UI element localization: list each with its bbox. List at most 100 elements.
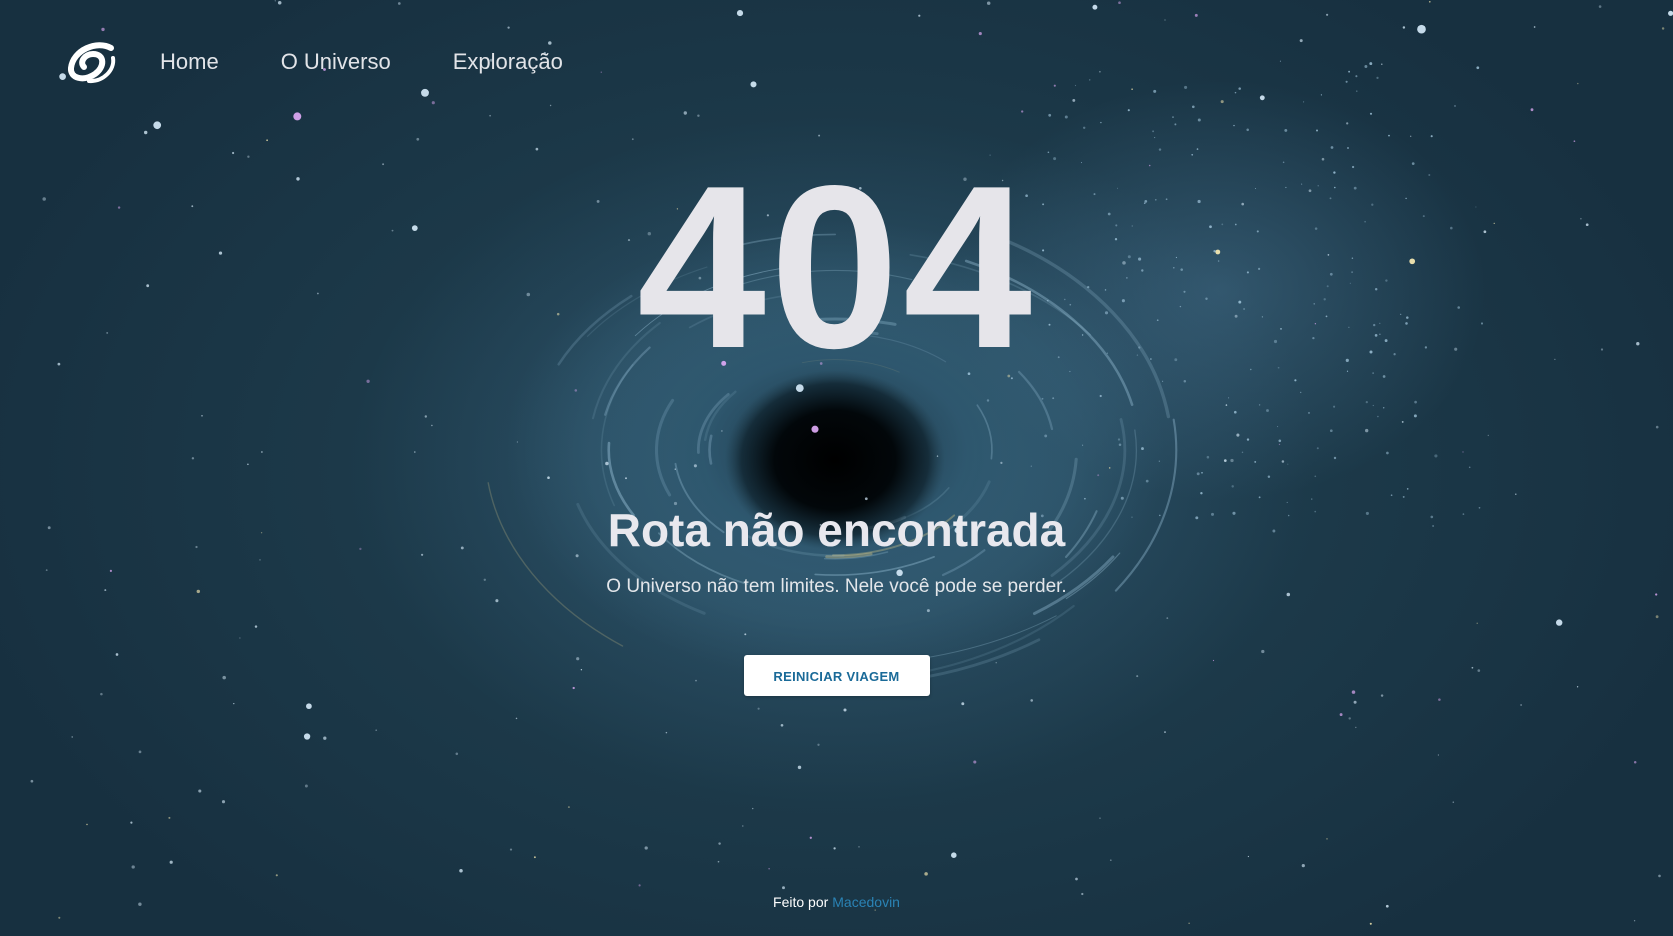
star: [1154, 137, 1156, 139]
star: [1053, 84, 1056, 87]
star: [59, 73, 66, 80]
star: [717, 860, 720, 863]
star: [1084, 497, 1086, 500]
star: [1258, 404, 1261, 406]
star: [1164, 731, 1166, 734]
star: [1083, 126, 1086, 129]
star: [986, 1, 991, 5]
star: [143, 130, 148, 135]
star: [1000, 461, 1003, 465]
star: [1166, 617, 1169, 619]
footer-author-link[interactable]: Macedovin: [832, 894, 900, 910]
star: [247, 463, 249, 466]
star: [1413, 414, 1417, 418]
nav-link-exploracao[interactable]: Exploração: [453, 49, 563, 75]
star: [1303, 101, 1305, 103]
star: [414, 451, 416, 453]
star: [1390, 494, 1393, 497]
star: [1382, 407, 1385, 409]
star: [1316, 447, 1319, 450]
star: [1075, 877, 1078, 881]
star: [1279, 60, 1281, 62]
star: [1267, 475, 1271, 478]
star: [58, 916, 61, 919]
star: [306, 703, 312, 710]
star: [1346, 122, 1349, 125]
star: [275, 874, 278, 877]
star: [1131, 88, 1133, 90]
galaxy-logo-icon[interactable]: [66, 39, 118, 85]
star: [1196, 472, 1200, 476]
star: [489, 114, 491, 117]
star: [1284, 128, 1288, 132]
star: [1030, 465, 1032, 467]
star: [780, 723, 784, 727]
star: [1520, 704, 1522, 706]
star: [1598, 5, 1602, 8]
star: [757, 707, 760, 710]
star: [1476, 66, 1480, 70]
star: [1300, 391, 1302, 394]
star: [421, 88, 429, 97]
star: [951, 852, 957, 858]
star: [1158, 460, 1160, 462]
star: [1230, 458, 1234, 463]
star: [1099, 394, 1102, 398]
star: [1082, 444, 1084, 446]
star: [1556, 619, 1563, 626]
star: [1333, 456, 1337, 460]
star: [973, 760, 977, 764]
star: [1108, 467, 1111, 469]
top-navigation: Home O Universo Exploração: [66, 40, 563, 84]
star: [1388, 134, 1390, 137]
star: [1365, 428, 1369, 433]
star: [1254, 460, 1257, 463]
star: [1158, 148, 1162, 151]
star: [567, 806, 570, 809]
star: [86, 823, 88, 826]
star: [1365, 400, 1368, 404]
star: [259, 559, 261, 561]
star: [221, 800, 226, 804]
star: [455, 752, 459, 756]
footer: Feito por Macedovin: [0, 893, 1673, 911]
restart-journey-button[interactable]: REINICIAR VIAGEM: [743, 655, 930, 696]
star: [1118, 1, 1121, 5]
star: [1437, 754, 1440, 756]
star: [169, 860, 173, 864]
star: [1410, 135, 1412, 137]
star: [574, 389, 578, 392]
star: [266, 139, 268, 142]
star: [683, 111, 687, 115]
star: [1247, 855, 1250, 858]
star: [1241, 451, 1244, 454]
error-code: 404: [636, 138, 1037, 397]
star: [131, 865, 135, 869]
star: [1369, 922, 1372, 925]
nav-link-o-universo[interactable]: O Universo: [281, 49, 391, 75]
star: [1092, 4, 1098, 10]
star: [198, 789, 202, 793]
star: [1402, 26, 1406, 29]
galaxy-swirl-icon: [68, 42, 116, 84]
footer-made-by: Feito por: [773, 894, 829, 910]
star: [1174, 123, 1177, 126]
star: [1231, 485, 1234, 488]
star: [1417, 24, 1426, 34]
star: [1356, 90, 1358, 92]
star: [768, 868, 770, 870]
star: [744, 633, 747, 636]
star: [233, 702, 235, 705]
star: [742, 825, 744, 827]
star: [697, 114, 700, 117]
star: [1345, 80, 1348, 83]
nav-link-home[interactable]: Home: [160, 49, 219, 75]
star: [168, 816, 171, 819]
star: [1287, 463, 1289, 465]
star: [1299, 39, 1303, 43]
star: [1206, 455, 1210, 459]
star: [424, 415, 427, 418]
star: [1402, 495, 1405, 498]
star: [1191, 105, 1195, 109]
star: [431, 101, 435, 105]
